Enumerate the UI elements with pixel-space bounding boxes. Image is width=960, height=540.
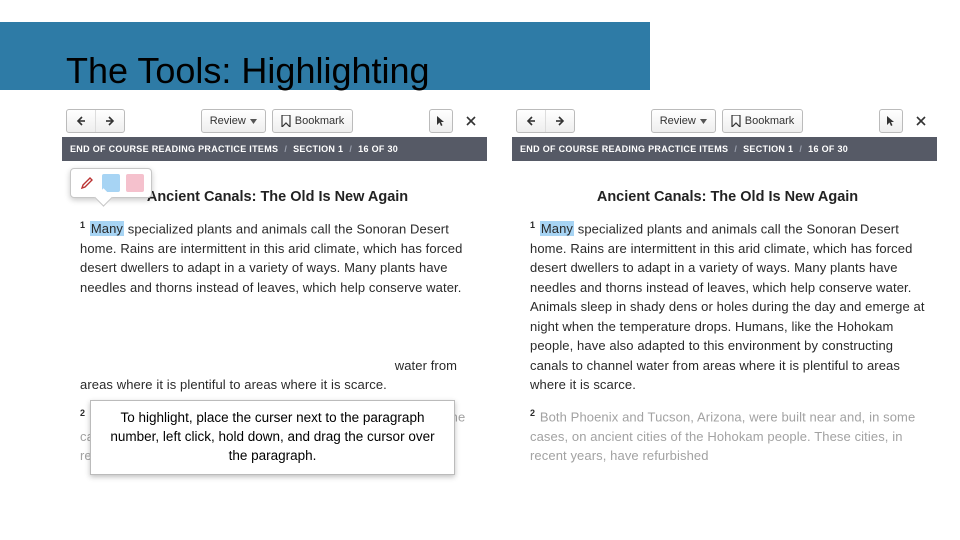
- forward-button[interactable]: [96, 110, 124, 132]
- pointer-button[interactable]: [429, 109, 453, 133]
- para-text-b: Animals sleep in shady dens or holes dur…: [530, 299, 925, 392]
- close-icon: [466, 116, 476, 126]
- paragraph-1[interactable]: 1 Many specialized plants and animals ca…: [80, 219, 475, 395]
- paragraph-1[interactable]: 1 Many specialized plants and animals ca…: [530, 219, 925, 395]
- breadcrumb-section: SECTION 1: [293, 144, 343, 154]
- article-content: Ancient Canals: The Old Is New Again 1 M…: [512, 161, 937, 466]
- pencil-icon: [80, 176, 94, 190]
- forward-icon: [104, 115, 116, 127]
- review-dropdown[interactable]: Review: [201, 109, 266, 133]
- nav-buttons: [516, 109, 575, 133]
- bookmark-label: Bookmark: [295, 115, 345, 127]
- review-label: Review: [660, 115, 696, 127]
- breadcrumb-course: END OF COURSE READING PRACTICE ITEMS: [70, 144, 278, 154]
- review-dropdown[interactable]: Review: [651, 109, 716, 133]
- forward-icon: [554, 115, 566, 127]
- forward-button[interactable]: [546, 110, 574, 132]
- bookmark-icon: [731, 115, 741, 127]
- review-label: Review: [210, 115, 246, 127]
- close-icon: [916, 116, 926, 126]
- pointer-icon: [886, 115, 896, 127]
- back-icon: [75, 115, 87, 127]
- toolbar: Review Bookmark: [62, 105, 487, 137]
- para-number: 2: [530, 408, 535, 418]
- para-number: 2: [80, 408, 85, 418]
- para-number: 1: [530, 220, 535, 230]
- back-button[interactable]: [67, 110, 96, 132]
- instruction-callout: To highlight, place the curser next to t…: [90, 400, 455, 475]
- breadcrumb: END OF COURSE READING PRACTICE ITEMS / S…: [62, 137, 487, 161]
- screenshot-right: Review Bookmark END OF COURSE READING PR…: [512, 105, 937, 540]
- para-text-a: specialized plants and animals call the …: [80, 221, 462, 295]
- breadcrumb-sep: /: [799, 144, 802, 154]
- breadcrumb-sep: /: [349, 144, 352, 154]
- pointer-icon: [436, 115, 446, 127]
- breadcrumb-position: 16 OF 30: [358, 144, 398, 154]
- slide-title: The Tools: Highlighting: [66, 50, 430, 92]
- breadcrumb-position: 16 OF 30: [808, 144, 848, 154]
- close-button[interactable]: [459, 109, 483, 133]
- caret-icon: [250, 119, 257, 124]
- breadcrumb-course: END OF COURSE READING PRACTICE ITEMS: [520, 144, 728, 154]
- breadcrumb-sep: /: [734, 144, 737, 154]
- bookmark-icon: [281, 115, 291, 127]
- breadcrumb-sep: /: [284, 144, 287, 154]
- caret-icon: [700, 119, 707, 124]
- paragraph-2[interactable]: 2 Both Phoenix and Tucson, Arizona, were…: [530, 407, 925, 466]
- breadcrumb-section: SECTION 1: [743, 144, 793, 154]
- para-tail: water from areas where it is plentiful t…: [80, 358, 457, 393]
- pointer-button[interactable]: [879, 109, 903, 133]
- para-number: 1: [80, 220, 85, 230]
- highlighted-word: Many: [90, 221, 124, 236]
- bookmark-button[interactable]: Bookmark: [722, 109, 804, 133]
- highlight-popover: [70, 168, 152, 198]
- bookmark-label: Bookmark: [745, 115, 795, 127]
- article-title: Ancient Canals: The Old Is New Again: [530, 189, 925, 205]
- close-button[interactable]: [909, 109, 933, 133]
- pencil-swatch[interactable]: [78, 174, 96, 192]
- bookmark-button[interactable]: Bookmark: [272, 109, 354, 133]
- para-text: Both Phoenix and Tucson, Arizona, were b…: [530, 409, 915, 463]
- blue-swatch[interactable]: [102, 174, 120, 192]
- highlighted-word: Many: [540, 221, 574, 236]
- breadcrumb: END OF COURSE READING PRACTICE ITEMS / S…: [512, 137, 937, 161]
- nav-buttons: [66, 109, 125, 133]
- para-text-a: specialized plants and animals call the …: [530, 221, 912, 295]
- back-button[interactable]: [517, 110, 546, 132]
- back-icon: [525, 115, 537, 127]
- pink-swatch[interactable]: [126, 174, 144, 192]
- toolbar: Review Bookmark: [512, 105, 937, 137]
